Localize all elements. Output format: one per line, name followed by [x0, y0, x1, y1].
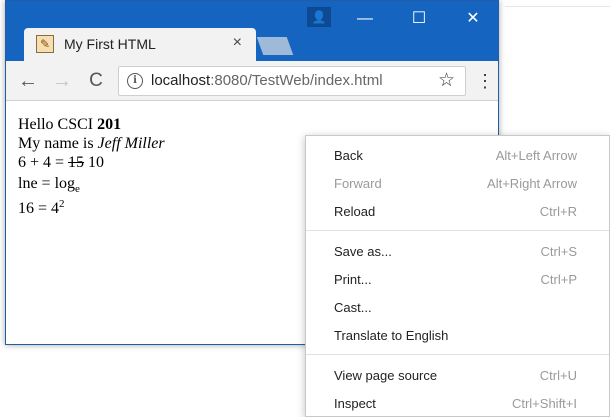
url-path: :8080/TestWeb/index.html	[210, 72, 383, 89]
menu-item-back[interactable]: Back Alt+Left Arrow	[306, 142, 609, 170]
menu-item-label: Cast...	[334, 300, 372, 315]
info-icon[interactable]: i	[127, 73, 143, 89]
profile-icon[interactable]: 👤	[307, 7, 331, 27]
screen: ✎ My First HTML × 👤 — ☐ ✕ ← → C i localh…	[0, 0, 610, 417]
address-bar[interactable]: i localhost:8080/TestWeb/index.html ☆	[118, 66, 466, 96]
author-name: Jeff Miller	[97, 135, 165, 152]
menu-item-label: Print...	[334, 272, 372, 287]
struck-answer: 15	[68, 154, 85, 171]
menu-item-shortcut: Ctrl+P	[540, 272, 577, 287]
close-window-button[interactable]: ✕	[450, 5, 496, 33]
tab-close-icon[interactable]: ×	[233, 34, 242, 52]
menu-item-shortcut: Alt+Left Arrow	[495, 148, 577, 163]
menu-item-shortcut: Ctrl+U	[539, 368, 577, 383]
hello-line: Hello CSCI 201	[18, 115, 486, 134]
browser-menu-icon[interactable]: ⋮	[476, 69, 494, 93]
tab-title: My First HTML	[64, 36, 156, 52]
hello-text: Hello CSCI	[18, 116, 98, 133]
divider	[505, 6, 610, 7]
correct-answer: 10	[84, 154, 105, 171]
menu-separator	[306, 354, 609, 355]
menu-item-shortcut: Ctrl+Shift+I	[511, 396, 577, 411]
browser-toolbar: ← → C i localhost:8080/TestWeb/index.htm…	[6, 61, 498, 101]
context-menu: Back Alt+Left Arrow Forward Alt+Right Ar…	[305, 135, 610, 417]
menu-item-print[interactable]: Print... Ctrl+P	[306, 266, 609, 294]
power-superscript: 2	[59, 198, 65, 210]
menu-item-label: Reload	[334, 204, 376, 219]
bookmark-star-icon[interactable]: ☆	[438, 69, 455, 92]
log-subscript: e	[75, 183, 80, 195]
log-expression: lne = log	[18, 175, 76, 192]
menu-item-cast[interactable]: Cast...	[306, 294, 609, 322]
minimize-button[interactable]: —	[342, 5, 388, 33]
favicon-icon: ✎	[36, 35, 54, 53]
reload-icon[interactable]: C	[84, 69, 108, 93]
menu-item-shortcut: Ctrl+R	[539, 204, 577, 219]
course-number: 201	[97, 116, 122, 133]
new-tab-button[interactable]	[256, 37, 294, 55]
menu-item-label: View page source	[334, 368, 438, 383]
maximize-button[interactable]: ☐	[396, 5, 442, 33]
menu-item-shortcut: Alt+Right Arrow	[487, 176, 577, 191]
back-arrow-icon[interactable]: ←	[16, 69, 40, 93]
menu-item-label: Inspect	[334, 396, 376, 411]
menu-item-label: Translate to English	[334, 328, 449, 343]
menu-item-label: Back	[334, 148, 363, 163]
power-expression: 16 = 4	[18, 200, 60, 217]
tab-my-first-html[interactable]: ✎ My First HTML ×	[24, 28, 256, 61]
menu-item-save-as[interactable]: Save as... Ctrl+S	[306, 238, 609, 266]
menu-item-reload[interactable]: Reload Ctrl+R	[306, 198, 609, 226]
menu-item-view-source[interactable]: View page source Ctrl+U	[306, 362, 609, 390]
math-expression: 6 + 4 =	[18, 154, 69, 171]
menu-item-forward[interactable]: Forward Alt+Right Arrow	[306, 170, 609, 198]
url-text[interactable]: localhost:8080/TestWeb/index.html	[151, 72, 383, 89]
menu-item-translate[interactable]: Translate to English	[306, 322, 609, 350]
title-bar: ✎ My First HTML × 👤 — ☐ ✕	[6, 1, 498, 61]
menu-item-label: Forward	[334, 176, 382, 191]
menu-item-label: Save as...	[334, 244, 392, 259]
menu-item-shortcut: Ctrl+S	[540, 244, 577, 259]
menu-item-inspect[interactable]: Inspect Ctrl+Shift+I	[306, 390, 609, 417]
name-prefix: My name is	[18, 135, 98, 152]
forward-arrow-icon[interactable]: →	[50, 69, 74, 93]
url-host: localhost	[151, 72, 211, 89]
menu-separator	[306, 230, 609, 231]
